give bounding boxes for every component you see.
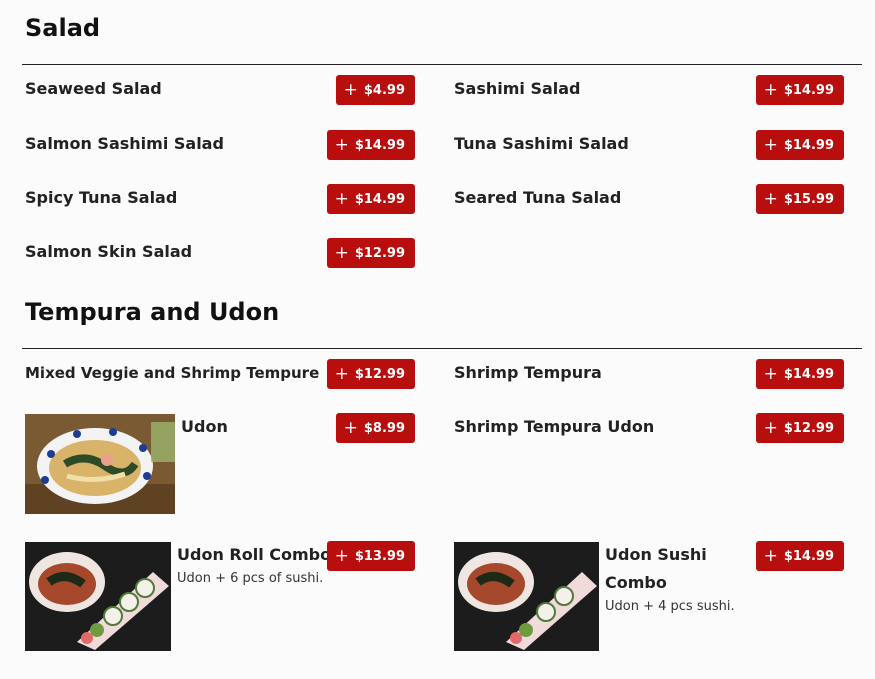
menu-item-udon[interactable]: Udon + $8.99: [25, 413, 415, 515]
add-to-cart-button[interactable]: + $14.99: [326, 184, 415, 214]
plus-icon: +: [763, 545, 778, 566]
item-description: Udon + 4 pcs sushi.: [605, 599, 735, 614]
item-name: Sashimi Salad: [454, 79, 581, 98]
add-to-cart-button[interactable]: + $14.99: [755, 359, 844, 389]
item-name: Mixed Veggie and Shrimp Tempure: [25, 364, 320, 382]
add-to-cart-button[interactable]: + $8.99: [335, 413, 415, 443]
item-name: Tuna Sashimi Salad: [454, 134, 629, 153]
plus-icon: +: [343, 79, 358, 100]
plus-icon: +: [343, 417, 358, 438]
plus-icon: +: [763, 134, 778, 155]
item-name: Seaweed Salad: [25, 79, 162, 98]
plus-icon: +: [763, 188, 778, 209]
add-to-cart-button[interactable]: + $14.99: [755, 541, 844, 571]
plus-icon: +: [334, 188, 349, 209]
item-name: Salmon Sashimi Salad: [25, 134, 224, 153]
item-name: Shrimp Tempura: [454, 363, 602, 382]
add-to-cart-button[interactable]: + $14.99: [326, 130, 415, 160]
item-price: $13.99: [354, 548, 405, 564]
plus-icon: +: [763, 417, 778, 438]
plus-icon: +: [334, 134, 349, 155]
udon-roll-combo-photo: [25, 542, 171, 651]
add-to-cart-button[interactable]: + $15.99: [755, 184, 844, 214]
plus-icon: +: [334, 545, 349, 566]
item-name: Seared Tuna Salad: [454, 188, 622, 207]
item-name: Shrimp Tempura Udon: [454, 417, 655, 436]
item-name: Udon: [181, 417, 228, 436]
section-title-salad: Salad: [25, 14, 101, 42]
section-title-tempura-udon: Tempura and Udon: [25, 298, 280, 326]
item-price: $14.99: [783, 366, 834, 382]
item-name: Salmon Skin Salad: [25, 242, 193, 261]
item-name: Udon Sushi Combo: [605, 545, 707, 592]
item-description: Udon + 6 pcs of sushi.: [177, 571, 324, 586]
item-price: $14.99: [354, 191, 405, 207]
plus-icon: +: [334, 242, 349, 263]
item-price: $12.99: [354, 245, 405, 261]
add-to-cart-button[interactable]: + $12.99: [326, 238, 415, 268]
menu-item-udon-roll-combo[interactable]: Udon Roll Combo Udon + 6 pcs of sushi. +…: [25, 541, 415, 651]
add-to-cart-button[interactable]: + $13.99: [326, 541, 415, 571]
item-price: $4.99: [363, 82, 405, 98]
add-to-cart-button[interactable]: + $4.99: [335, 75, 415, 105]
plus-icon: +: [334, 363, 349, 384]
plus-icon: +: [763, 79, 778, 100]
add-to-cart-button[interactable]: + $12.99: [755, 413, 844, 443]
add-to-cart-button[interactable]: + $12.99: [326, 359, 415, 389]
item-price: $14.99: [783, 548, 834, 564]
menu-item-udon-sushi-combo[interactable]: Udon Sushi Combo Udon + 4 pcs sushi. + $1…: [454, 541, 844, 651]
section-divider: [22, 348, 862, 349]
item-price: $14.99: [783, 82, 834, 98]
item-name: Spicy Tuna Salad: [25, 188, 178, 207]
item-price: $12.99: [354, 366, 405, 382]
item-price: $12.99: [783, 420, 834, 436]
plus-icon: +: [763, 363, 778, 384]
item-price: $14.99: [783, 137, 834, 153]
section-divider: [22, 64, 862, 65]
item-price: $14.99: [354, 137, 405, 153]
add-to-cart-button[interactable]: + $14.99: [755, 75, 844, 105]
udon-sushi-combo-photo: [454, 542, 599, 651]
item-name: Udon Roll Combo: [177, 545, 332, 564]
udon-bowl-photo: [25, 414, 175, 514]
item-price: $8.99: [363, 420, 405, 436]
add-to-cart-button[interactable]: + $14.99: [755, 130, 844, 160]
item-price: $15.99: [783, 191, 834, 207]
